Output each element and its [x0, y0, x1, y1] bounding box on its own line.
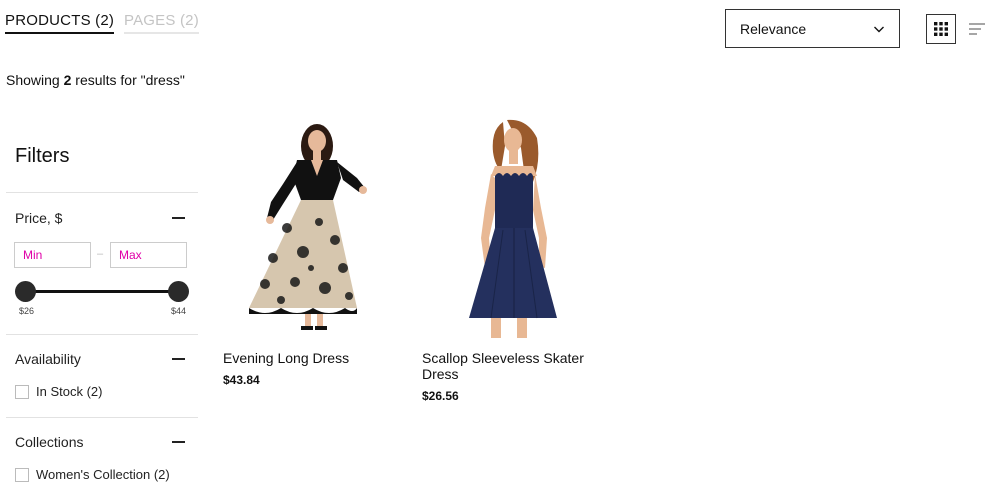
grid-view-button[interactable]	[926, 14, 956, 44]
filters-title: Filters	[15, 145, 70, 167]
list-view-button[interactable]	[968, 20, 986, 38]
price-max-input[interactable]	[110, 242, 187, 268]
price-slider-max-label: $44	[171, 306, 187, 316]
tab-products-count: (2)	[95, 12, 115, 29]
grid-icon	[934, 22, 948, 36]
availability-collapse-icon[interactable]	[172, 358, 185, 360]
collections-collapse-icon[interactable]	[172, 441, 185, 443]
collections-filter-title: Collections	[15, 434, 84, 450]
tab-pages-count: (2)	[179, 12, 199, 29]
tab-pages[interactable]: PAGES (2)	[124, 12, 199, 34]
tab-pages-label: PAGES	[124, 12, 176, 29]
tab-products-label: PRODUCTS	[5, 12, 91, 29]
in-stock-label: In Stock (2)	[36, 384, 103, 399]
product-name[interactable]: Scallop Sleeveless Skater Dress	[422, 350, 592, 382]
results-suffix: results for "dress"	[75, 72, 185, 88]
price-slider-min-handle[interactable]	[15, 281, 36, 302]
results-count: 2	[63, 72, 72, 88]
price-range-dash: –	[97, 248, 104, 260]
product-image-evening-long-dress[interactable]	[225, 118, 395, 338]
chevron-down-icon	[874, 26, 884, 33]
results-prefix: Showing	[6, 72, 60, 88]
price-divider	[6, 334, 198, 335]
price-collapse-icon[interactable]	[172, 217, 185, 219]
price-slider-track[interactable]	[25, 290, 179, 293]
womens-collection-label: Women's Collection (2)	[36, 467, 170, 482]
product-image-scallop-skater-dress[interactable]	[455, 118, 565, 338]
price-slider-min-label: $26	[19, 306, 35, 316]
sort-select[interactable]: Relevance	[725, 9, 900, 48]
price-min-input[interactable]	[14, 242, 91, 268]
product-price: $26.56	[422, 389, 459, 403]
price-filter-title: Price, $	[15, 210, 63, 226]
in-stock-checkbox[interactable]	[15, 385, 29, 399]
list-icon	[969, 23, 985, 35]
product-name[interactable]: Evening Long Dress	[223, 350, 393, 366]
womens-collection-checkbox[interactable]	[15, 468, 29, 482]
filters-divider	[6, 192, 198, 193]
product-price: $43.84	[223, 373, 260, 387]
tab-products[interactable]: PRODUCTS (2)	[5, 12, 115, 34]
results-summary: Showing 2 results for "dress"	[6, 72, 185, 88]
price-slider-max-handle[interactable]	[168, 281, 189, 302]
availability-divider	[6, 417, 198, 418]
sort-selected-value: Relevance	[740, 20, 807, 37]
availability-filter-title: Availability	[15, 351, 81, 367]
